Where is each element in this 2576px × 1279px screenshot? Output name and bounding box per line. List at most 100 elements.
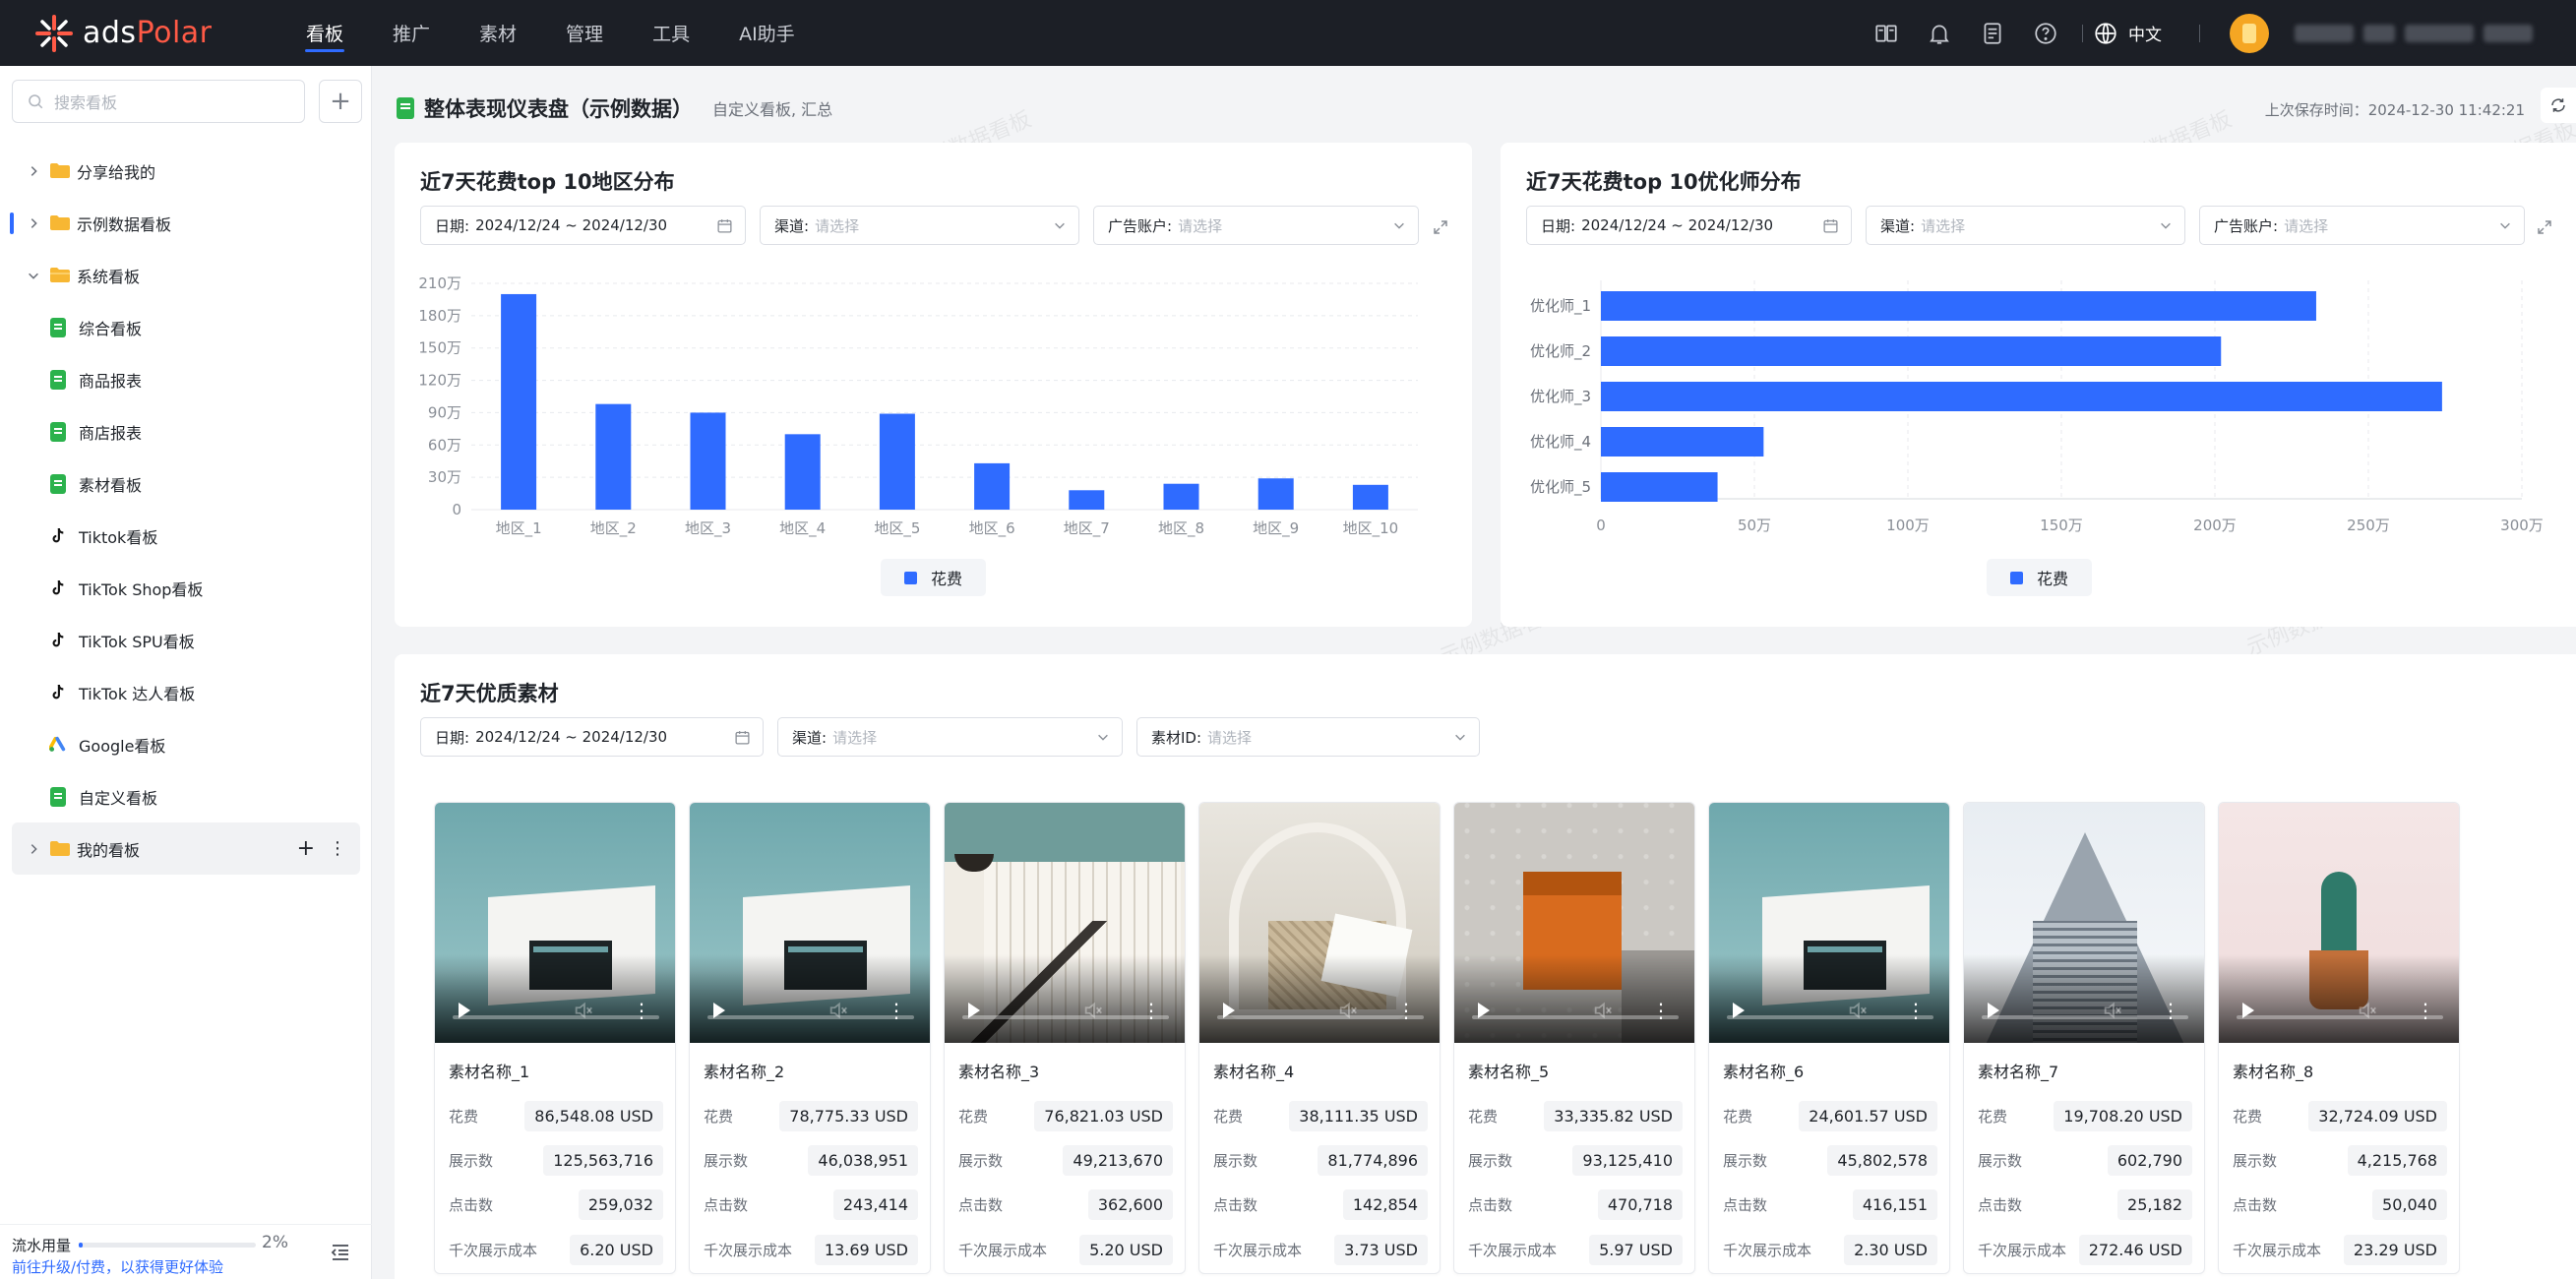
more-vertical-icon[interactable]: ⋮ [632, 1001, 651, 1020]
video-thumbnail[interactable]: ⋮ [690, 803, 930, 1043]
chevron-right-icon[interactable] [26, 841, 41, 857]
tree-item-store-report[interactable]: 商店报表 [0, 405, 372, 457]
bar[interactable] [501, 293, 537, 510]
material-card[interactable]: ⋮ 素材名称_7 花费 19,708.20 USD 展示数 602,790 点击数 25,18… [1963, 802, 2205, 1274]
play-icon[interactable] [1223, 1003, 1235, 1018]
material-card[interactable]: ⋮ 素材名称_6 花费 24,601.57 USD 展示数 45,802,578 点击数 41… [1708, 802, 1950, 1274]
tree-folder-shared[interactable]: 分享给我的 [0, 145, 372, 197]
bell-icon[interactable] [1913, 0, 1966, 66]
bar[interactable] [1601, 291, 2316, 321]
nav-item-promotion[interactable]: 推广 [368, 0, 455, 66]
play-icon[interactable] [1733, 1003, 1745, 1018]
plus-icon[interactable]: + [297, 836, 315, 861]
tree-item-tiktok-creator[interactable]: TikTok 达人看板 [0, 666, 372, 718]
mute-icon[interactable] [2357, 1000, 2378, 1021]
material-card[interactable]: ⋮ 素材名称_3 花费 76,821.03 USD 展示数 49,213,670 点击数 36… [944, 802, 1186, 1274]
more-vertical-icon[interactable]: ⋮ [1396, 1001, 1416, 1020]
material-card[interactable]: ⋮ 素材名称_8 花费 32,724.09 USD 展示数 4,215,768 点击数 50,… [2218, 802, 2460, 1274]
more-vertical-icon[interactable]: ⋮ [887, 1001, 906, 1020]
material-id-select[interactable]: 素材ID: 请选择 [1136, 717, 1480, 757]
bar[interactable] [595, 403, 632, 510]
language-switch[interactable]: 中文 [2093, 21, 2162, 46]
video-thumbnail[interactable]: ⋮ [945, 803, 1185, 1043]
tree-folder-system[interactable]: 系统看板 [0, 249, 372, 301]
bar[interactable] [784, 434, 821, 510]
bar[interactable] [1352, 484, 1388, 510]
video-thumbnail[interactable]: ⋮ [1964, 803, 2204, 1043]
nav-item-materials[interactable]: 素材 [455, 0, 541, 66]
material-card[interactable]: ⋮ 素材名称_1 花费 86,548.08 USD 展示数 125,563,716 点击数 2… [434, 802, 676, 1274]
tree-item-tiktok-spu[interactable]: TikTok SPU看板 [0, 614, 372, 666]
play-icon[interactable] [1478, 1003, 1490, 1018]
play-icon[interactable] [2242, 1003, 2254, 1018]
tree-item-tiktok[interactable]: Tiktok看板 [0, 510, 372, 562]
upgrade-link[interactable]: 前往升级/付费，以获得更好体验 [12, 1256, 223, 1277]
tiktok-icon [49, 526, 67, 546]
avatar[interactable] [2230, 13, 2269, 53]
date-range-picker[interactable]: 日期: 2024/12/24 ~ 2024/12/30 [420, 717, 764, 757]
video-thumbnail[interactable]: ⋮ [2219, 803, 2459, 1043]
material-card[interactable]: ⋮ 素材名称_2 花费 78,775.33 USD 展示数 46,038,951 点击数 24… [689, 802, 931, 1274]
nav-item-management[interactable]: 管理 [541, 0, 628, 66]
tree-item-overview[interactable]: 综合看板 [0, 301, 372, 353]
video-thumbnail[interactable]: ⋮ [435, 803, 675, 1043]
nav-item-tools[interactable]: 工具 [628, 0, 714, 66]
chevron-right-icon[interactable] [26, 215, 41, 231]
mute-icon[interactable] [1847, 1000, 1869, 1021]
video-thumbnail[interactable]: ⋮ [1199, 803, 1440, 1043]
mute-icon[interactable] [828, 1000, 849, 1021]
search-input[interactable]: 搜索看板 [12, 80, 305, 123]
mute-icon[interactable] [2102, 1000, 2123, 1021]
more-vertical-icon[interactable]: ⋮ [329, 838, 346, 859]
chevron-right-icon[interactable] [26, 163, 41, 179]
tree-item-product-report[interactable]: 商品报表 [0, 353, 372, 405]
video-thumbnail[interactable]: ⋮ [1709, 803, 1949, 1043]
more-vertical-icon[interactable]: ⋮ [2416, 1001, 2435, 1020]
bar[interactable] [879, 413, 915, 510]
tree-item-google[interactable]: Google看板 [0, 718, 372, 770]
chart-legend[interactable]: 花费 [1987, 559, 2093, 596]
tree-folder-my-dashboards[interactable]: 我的看板 + ⋮ [12, 822, 360, 875]
bar[interactable] [1601, 472, 1718, 502]
more-vertical-icon[interactable]: ⋮ [2161, 1001, 2180, 1020]
chevron-down-icon[interactable] [26, 268, 41, 283]
bar[interactable] [1163, 483, 1199, 510]
tree-item-material-dashboard[interactable]: 素材看板 [0, 457, 372, 510]
mute-icon[interactable] [1592, 1000, 1614, 1021]
tree-item-custom[interactable]: 自定义看板 [0, 770, 372, 822]
nav-item-ai-assistant[interactable]: AI助手 [714, 0, 820, 66]
channel-select[interactable]: 渠道: 请选择 [777, 717, 1123, 757]
material-card[interactable]: ⋮ 素材名称_4 花费 38,111.35 USD 展示数 81,774,896 点击数 14… [1198, 802, 1441, 1274]
add-dashboard-button[interactable]: + [319, 80, 362, 123]
nav-item-dashboard[interactable]: 看板 [281, 0, 368, 66]
mute-icon[interactable] [1337, 1000, 1359, 1021]
bar[interactable] [1601, 336, 2222, 366]
bar[interactable] [690, 412, 726, 510]
mute-icon[interactable] [573, 1000, 594, 1021]
material-card[interactable]: ⋮ 素材名称_5 花费 33,335.82 USD 展示数 93,125,410 点击数 47… [1453, 802, 1695, 1274]
play-icon[interactable] [968, 1003, 980, 1018]
tree-item-tiktok-shop[interactable]: TikTok Shop看板 [0, 562, 372, 614]
help-icon[interactable] [2019, 0, 2072, 66]
bar[interactable] [1601, 382, 2442, 411]
bar[interactable] [1069, 490, 1105, 510]
play-icon[interactable] [713, 1003, 725, 1018]
refresh-button[interactable] [2541, 88, 2576, 123]
bar[interactable] [1257, 478, 1294, 510]
play-icon[interactable] [459, 1003, 470, 1018]
bar[interactable] [974, 462, 1011, 510]
user-info-blurred[interactable] [2295, 24, 2533, 42]
book-icon[interactable] [1860, 0, 1913, 66]
collapse-sidebar-icon[interactable] [329, 1241, 352, 1264]
more-vertical-icon[interactable]: ⋮ [1651, 1001, 1671, 1020]
video-thumbnail[interactable]: ⋮ [1454, 803, 1694, 1043]
more-vertical-icon[interactable]: ⋮ [1141, 1001, 1161, 1020]
bar[interactable] [1601, 427, 1764, 457]
more-vertical-icon[interactable]: ⋮ [1906, 1001, 1926, 1020]
logo[interactable]: adsPolar [33, 13, 250, 54]
document-icon[interactable] [1966, 0, 2019, 66]
mute-icon[interactable] [1082, 1000, 1104, 1021]
chart-legend[interactable]: 花费 [881, 559, 987, 596]
play-icon[interactable] [1988, 1003, 1999, 1018]
tree-folder-sample-data[interactable]: 示例数据看板 [0, 197, 372, 249]
